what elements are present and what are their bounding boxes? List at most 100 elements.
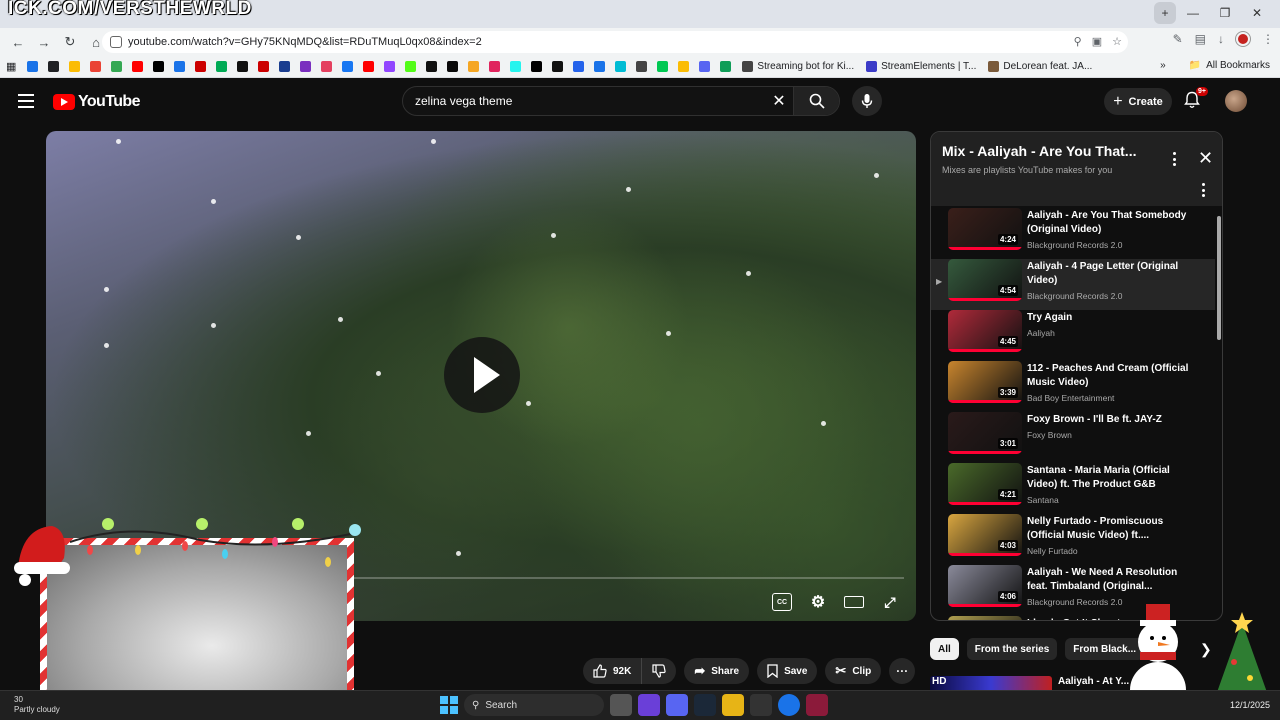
bookmark-streaming-bot[interactable]: Streaming bot for Ki... — [742, 61, 854, 72]
bookmark-favicon-icon[interactable] — [489, 61, 501, 72]
chrome-icon[interactable] — [778, 694, 800, 716]
bookmark-star-icon[interactable]: ☆ — [1112, 35, 1122, 48]
copilot-icon[interactable] — [638, 694, 660, 716]
bookmark-favicon-icon[interactable] — [132, 61, 144, 72]
bookmark-delorean[interactable]: DeLorean feat. JA... — [988, 61, 1092, 72]
play-button[interactable] — [444, 337, 520, 413]
new-tab-button[interactable]: + — [1154, 2, 1176, 24]
minimize-button[interactable]: — — [1178, 2, 1208, 24]
sidepanel-icon[interactable]: ▤ — [1195, 32, 1206, 46]
playlist-scrollbar[interactable] — [1217, 216, 1221, 340]
notifications-button[interactable]: 9+ — [1184, 87, 1208, 114]
bookmark-streamelements[interactable]: StreamElements | T... — [866, 61, 976, 72]
profile-avatar[interactable] — [1236, 32, 1250, 46]
playlist-item[interactable]: 4:45 Try Again Aaliyah — [931, 310, 1215, 361]
bookmark-favicon-icon[interactable] — [174, 61, 186, 72]
clip-button[interactable]: ✂ Clip — [825, 658, 882, 684]
bookmark-favicon-icon[interactable] — [657, 61, 669, 72]
site-info-icon[interactable] — [110, 36, 122, 48]
playlist-item[interactable]: 4:24 Aaliyah - Are You That Somebody (Ori… — [931, 208, 1215, 259]
bookmark-favicon-icon[interactable] — [447, 61, 459, 72]
playlist-menu-icon[interactable] — [1173, 152, 1177, 166]
apps-grid-icon[interactable]: ▦ — [6, 60, 16, 73]
filter-chip[interactable]: From the series — [966, 638, 1058, 660]
bookmark-favicon-icon[interactable] — [90, 61, 102, 72]
bookmark-favicon-icon[interactable] — [405, 61, 417, 72]
save-button[interactable]: Save — [757, 658, 818, 684]
bookmark-favicon-icon[interactable] — [636, 61, 648, 72]
taskbar-search[interactable]: ⚲ Search — [464, 694, 604, 716]
bookmark-favicon-icon[interactable] — [468, 61, 480, 72]
bookmark-favicon-icon[interactable] — [48, 61, 60, 72]
bookmark-favicon-icon[interactable] — [321, 61, 333, 72]
bookmark-favicon-icon[interactable] — [216, 61, 228, 72]
more-actions-icon[interactable]: ··· — [889, 658, 916, 684]
theater-mode-icon[interactable] — [844, 596, 864, 608]
playlist-item[interactable]: ▶ 4:54 Aaliyah - 4 Page Letter (Original V… — [931, 259, 1215, 310]
menu-icon[interactable] — [18, 94, 34, 108]
task-view-icon[interactable] — [610, 694, 632, 716]
bookmark-favicon-icon[interactable] — [699, 61, 711, 72]
playlist-item[interactable]: 3:39 112 - Peaches And Cream (Official Mu… — [931, 361, 1215, 412]
share-button[interactable]: ➦ Share — [684, 658, 750, 684]
dislike-button[interactable] — [642, 658, 676, 684]
install-icon[interactable]: ▣ — [1092, 35, 1102, 48]
all-bookmarks[interactable]: » 📁 All Bookmarks — [1160, 60, 1270, 71]
filter-chip[interactable]: All — [930, 638, 959, 660]
bookmark-favicon-icon[interactable] — [111, 61, 123, 72]
playlist-item[interactable]: 4:03 Nelly Furtado - Promiscuous (Officia… — [931, 514, 1215, 565]
bookmark-favicon-icon[interactable] — [594, 61, 606, 72]
chevron-more-icon[interactable]: » — [1160, 60, 1166, 71]
bookmark-favicon-icon[interactable] — [678, 61, 690, 72]
youtube-logo[interactable]: YouTube — [53, 93, 140, 111]
close-window-button[interactable]: ✕ — [1242, 2, 1272, 24]
chrome-menu-icon[interactable]: ⋮ — [1262, 32, 1274, 46]
close-playlist-icon[interactable]: ✕ — [1198, 148, 1213, 169]
voice-search-button[interactable] — [852, 86, 882, 116]
bookmark-favicon-icon[interactable] — [573, 61, 585, 72]
obs-icon[interactable] — [750, 694, 772, 716]
bookmark-favicon-icon[interactable] — [195, 61, 207, 72]
playlist-item[interactable]: 3:01 Foxy Brown - I'll Be ft. JAY-Z Foxy B… — [931, 412, 1215, 463]
bookmark-favicon-icon[interactable] — [531, 61, 543, 72]
bookmark-favicon-icon[interactable] — [300, 61, 312, 72]
forward-icon[interactable]: → — [32, 30, 56, 54]
account-avatar[interactable] — [1225, 90, 1247, 112]
playlist-more-icon[interactable] — [1202, 183, 1206, 197]
bookmark-favicon-icon[interactable] — [552, 61, 564, 72]
captions-icon[interactable]: CC — [772, 593, 792, 611]
bookmark-favicon-icon[interactable] — [27, 61, 39, 72]
taskbar-clock[interactable]: 12/1/2025 — [1230, 700, 1270, 710]
bookmark-favicon-icon[interactable] — [237, 61, 249, 72]
create-button[interactable]: + Create — [1104, 88, 1172, 115]
like-button[interactable]: 92K — [583, 658, 643, 684]
settings-gear-icon[interactable]: ⚙ — [808, 593, 828, 611]
bookmark-favicon-icon[interactable] — [510, 61, 522, 72]
bookmark-favicon-icon[interactable] — [279, 61, 291, 72]
fullscreen-icon[interactable]: ⤢ — [880, 593, 900, 611]
discord-icon[interactable] — [666, 694, 688, 716]
zoom-icon[interactable]: ⚲ — [1074, 35, 1082, 48]
extensions-icon[interactable]: ✎ — [1173, 32, 1183, 46]
steam-icon[interactable] — [694, 694, 716, 716]
clear-search-icon[interactable]: ✕ — [765, 91, 793, 111]
bookmark-favicon-icon[interactable] — [69, 61, 81, 72]
bookmark-favicon-icon[interactable] — [615, 61, 627, 72]
bookmark-favicon-icon[interactable] — [342, 61, 354, 72]
downloads-icon[interactable]: ↓ — [1218, 32, 1224, 46]
restore-button[interactable]: ❐ — [1210, 2, 1240, 24]
address-bar[interactable]: youtube.com/watch?v=GHy75KNqMDQ&list=RDu… — [102, 31, 1128, 53]
bookmark-favicon-icon[interactable] — [720, 61, 732, 72]
bookmark-favicon-icon[interactable] — [258, 61, 270, 72]
bookmark-favicon-icon[interactable] — [153, 61, 165, 72]
playlist-title[interactable]: Mix - Aaliyah - Are You That... — [942, 143, 1136, 159]
playlist-item[interactable]: 4:21 Santana - Maria Maria (Official Vide… — [931, 463, 1215, 514]
bookmark-favicon-icon[interactable] — [363, 61, 375, 72]
windows-start-icon[interactable] — [440, 696, 458, 714]
file-explorer-icon[interactable] — [722, 694, 744, 716]
weather-widget[interactable]: 30 Partly cloudy — [14, 695, 60, 715]
reload-icon[interactable]: ↻ — [58, 30, 82, 54]
bookmark-favicon-icon[interactable] — [384, 61, 396, 72]
back-icon[interactable]: ← — [6, 30, 30, 54]
app-icon[interactable] — [806, 694, 828, 716]
